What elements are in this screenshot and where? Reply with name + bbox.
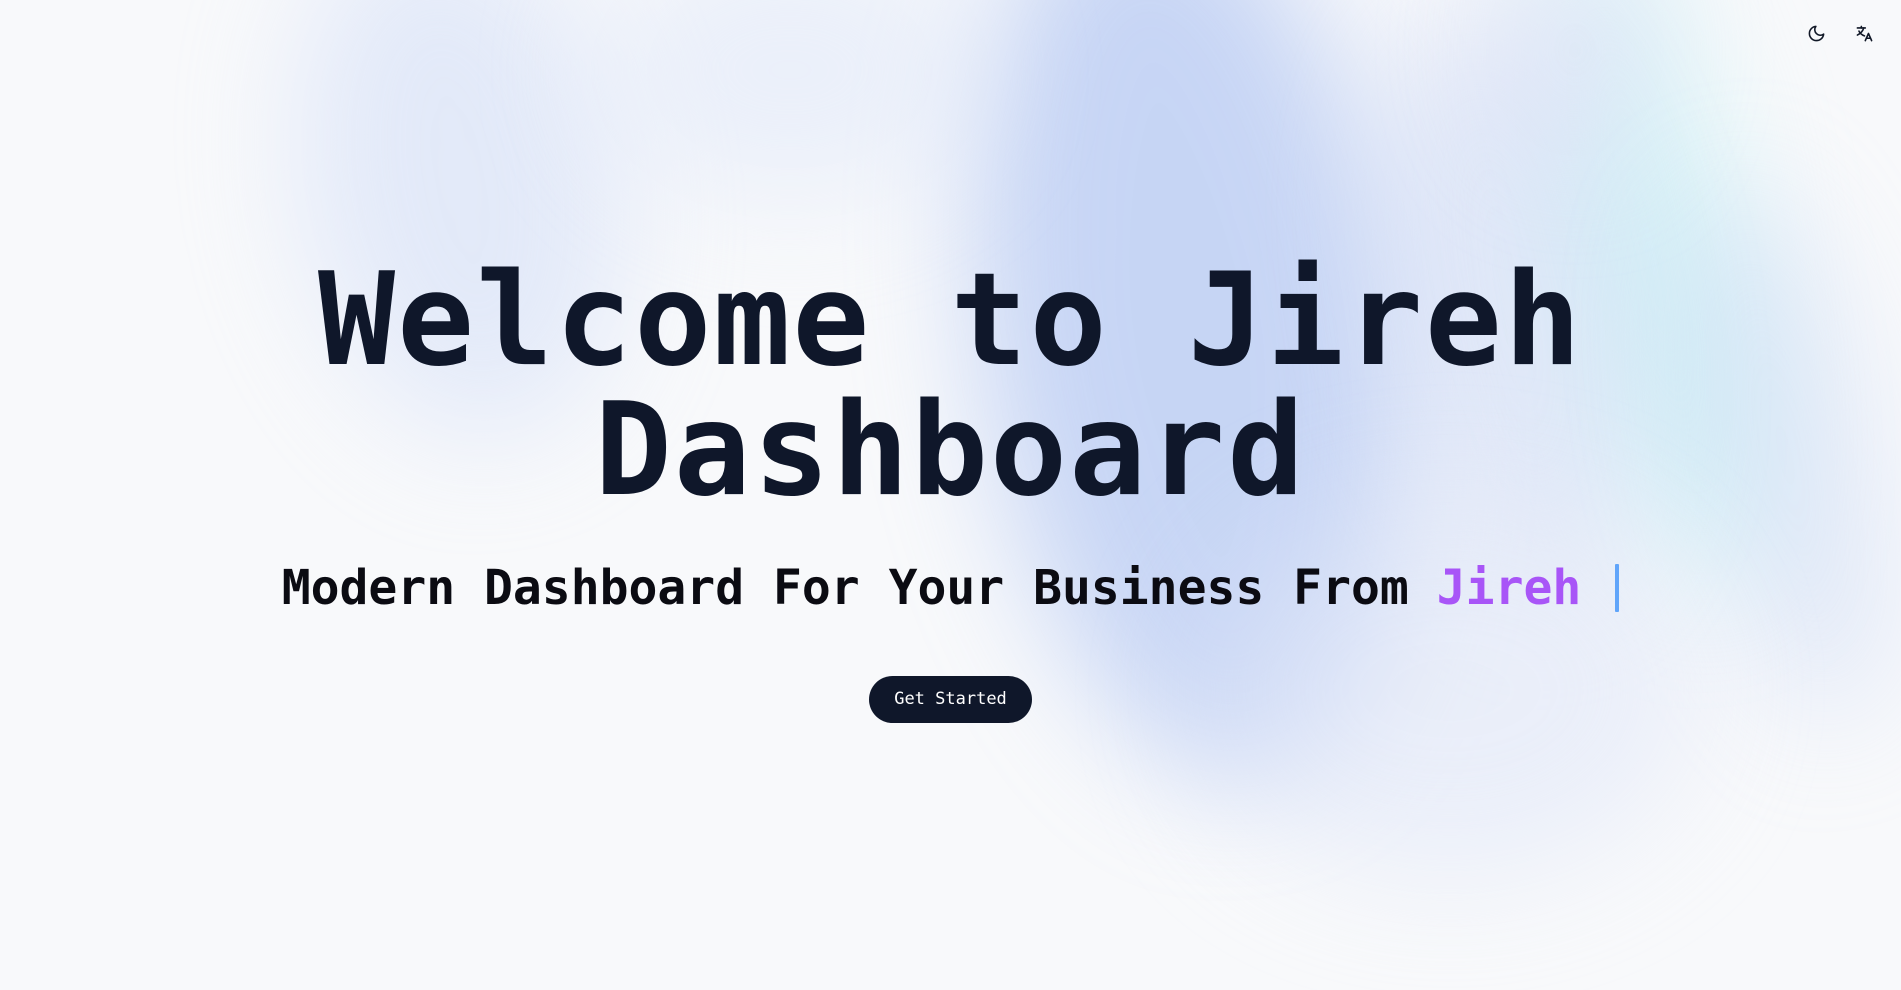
subtitle-accent-text: Jireh [1436,560,1582,616]
top-toolbar [1803,20,1877,46]
language-button[interactable] [1851,20,1877,46]
subtitle-text: Modern Dashboard For Your Business From [281,560,1409,616]
background-blob [600,0,980,200]
translate-icon [1856,25,1872,41]
subtitle: Modern Dashboard For Your Business From … [282,558,1620,618]
typing-cursor [1615,564,1620,612]
moon-icon [1808,25,1824,41]
hero-section: Welcome to Jireh Dashboard Modern Dashbo… [0,256,1901,723]
title-line-2: Dashboard [594,376,1307,525]
theme-toggle-button[interactable] [1803,20,1829,46]
title-line-1: Welcome to Jireh [318,246,1583,395]
get-started-button[interactable]: Get Started [869,676,1032,723]
page-title: Welcome to Jireh Dashboard [0,256,1901,516]
